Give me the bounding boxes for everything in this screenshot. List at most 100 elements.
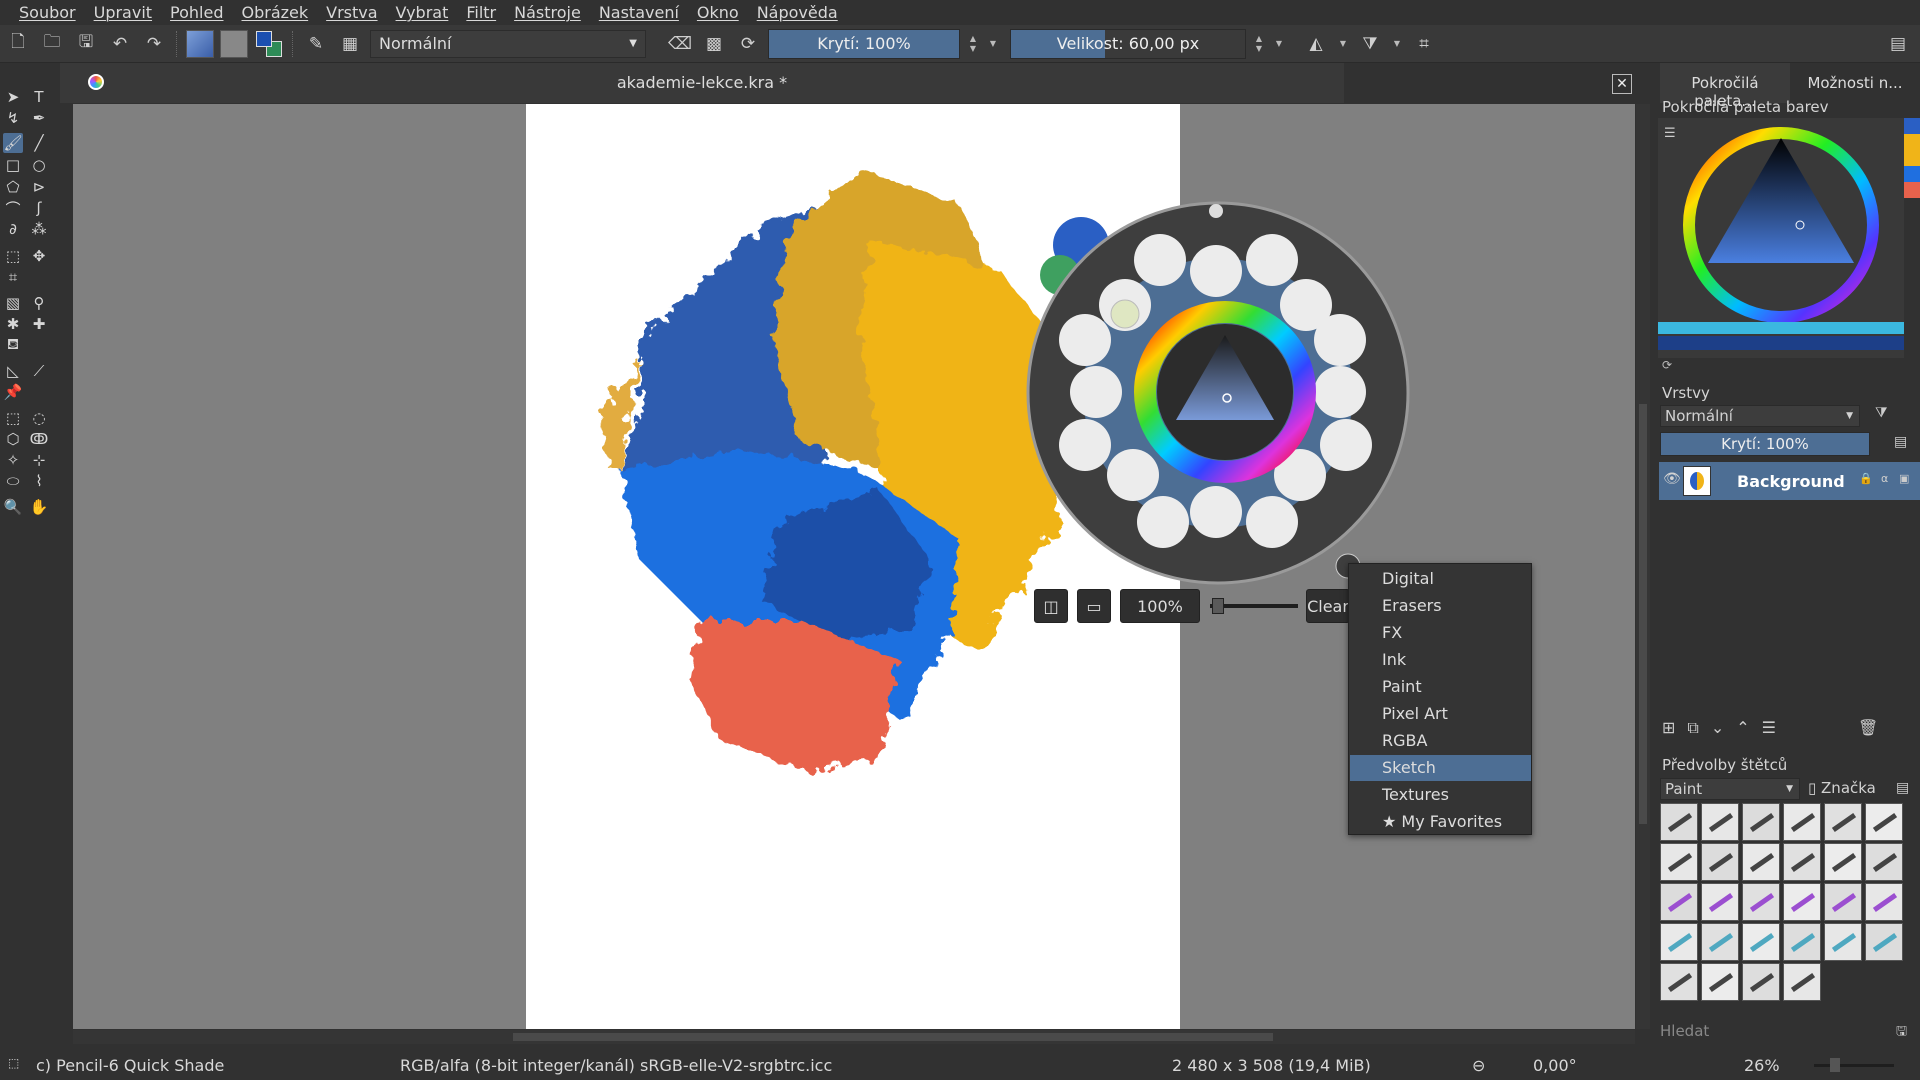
layer-filter-icon[interactable]: ⧩: [1875, 405, 1888, 421]
menu-tag-erasers[interactable]: Erasers: [1350, 593, 1531, 619]
brush-preset-thumbnail[interactable]: [1824, 883, 1862, 921]
status-colorspace[interactable]: RGB/alfa (8-bit integer/kanál) sRGB-elle…: [400, 1056, 832, 1075]
layer-opacity-slider[interactable]: Krytí: 100%: [1660, 432, 1870, 456]
color-dock-menu-icon[interactable]: ☰: [1664, 126, 1676, 141]
menu-tag-pixel-art[interactable]: Pixel Art: [1350, 701, 1531, 727]
menu-tag-digital[interactable]: Digital: [1350, 566, 1531, 592]
brush-preset-thumbnail[interactable]: [1783, 963, 1821, 1001]
duplicate-layer-icon[interactable]: ⧉: [1687, 718, 1698, 740]
brush-preset-stroke: [1872, 852, 1898, 873]
zoom-slider[interactable]: [1814, 1064, 1894, 1067]
brush-preset-thumbnail[interactable]: [1783, 883, 1821, 921]
preset-tag-filter-label: Značka: [1821, 779, 1876, 797]
recent-color-4[interactable]: [1904, 182, 1920, 198]
layer-options-icon[interactable]: ▤: [1894, 434, 1907, 450]
preset-save-icon[interactable]: 🖫: [1896, 1022, 1907, 1044]
delete-layer-icon[interactable]: 🗑: [1858, 718, 1878, 740]
brush-preset-thumbnail[interactable]: [1742, 923, 1780, 961]
brush-preset-thumbnail[interactable]: [1701, 883, 1739, 921]
recent-color-3[interactable]: [1904, 166, 1920, 182]
preset-search-placeholder: Hledat: [1660, 1022, 1710, 1040]
horizontal-scrollbar[interactable]: [73, 1030, 1635, 1044]
horizontal-scrollbar-thumb[interactable]: [513, 1033, 1273, 1041]
brush-preset-thumbnail[interactable]: [1701, 843, 1739, 881]
preset-tag-select[interactable]: Paint ▼: [1660, 778, 1800, 800]
layer-blend-mode-select[interactable]: Normální ▼: [1660, 405, 1860, 427]
menu-tag-ink[interactable]: Ink: [1350, 647, 1531, 673]
add-layer-icon[interactable]: ⊞: [1662, 718, 1675, 740]
brush-preset-thumbnail[interactable]: [1742, 803, 1780, 841]
brush-preset-thumbnail[interactable]: [1742, 963, 1780, 1001]
brush-preset-stroke: [1749, 812, 1775, 833]
popup-zoom-button[interactable]: 100%: [1120, 589, 1200, 623]
brush-preset-thumbnail[interactable]: [1742, 883, 1780, 921]
popup-zoom-slider-handle[interactable]: [1212, 598, 1224, 614]
menu-tag-fx[interactable]: FX: [1350, 620, 1531, 646]
recent-color-2[interactable]: [1904, 134, 1920, 166]
brush-preset-thumbnail[interactable]: [1701, 963, 1739, 1001]
brush-preset-thumbnail[interactable]: [1660, 963, 1698, 1001]
brush-preset-thumbnail[interactable]: [1701, 803, 1739, 841]
presets-dock-title: Předvolby štětců: [1662, 756, 1788, 774]
rotation-reset-icon[interactable]: ⊖: [1472, 1056, 1485, 1075]
popup-clear-button[interactable]: Clear: [1306, 589, 1350, 623]
layer-properties-icon[interactable]: ☰: [1762, 718, 1776, 740]
recent-color-1[interactable]: [1904, 118, 1920, 134]
brush-preset-thumbnail[interactable]: [1824, 843, 1862, 881]
brush-preset-thumbnail[interactable]: [1660, 883, 1698, 921]
popup-color-selector[interactable]: [1134, 301, 1316, 483]
brush-preset-thumbnail[interactable]: [1865, 803, 1903, 841]
refresh-icon[interactable]: ⟳: [1662, 358, 1672, 372]
layer-blend-mode-value: Normální: [1665, 407, 1733, 425]
brush-preset-thumbnail[interactable]: [1742, 843, 1780, 881]
layer-opacity-label: Krytí: 100%: [1721, 435, 1809, 453]
menu-tag-textures[interactable]: Textures: [1350, 782, 1531, 808]
popup-canvas-only-icon[interactable]: ▭: [1077, 589, 1111, 623]
brush-preset-thumbnail[interactable]: [1865, 923, 1903, 961]
brush-preset-thumbnail[interactable]: [1660, 843, 1698, 881]
preset-view-options-icon[interactable]: ▤: [1896, 780, 1909, 796]
status-brush-name: c) Pencil-6 Quick Shade: [36, 1056, 225, 1075]
menu-tag-my-favorites[interactable]: ★ My Favorites: [1350, 809, 1531, 835]
brush-preset-thumbnail[interactable]: [1824, 923, 1862, 961]
popup-rotate-handle[interactable]: [1209, 204, 1223, 218]
tab-tool-options[interactable]: Možnosti n...: [1790, 63, 1920, 103]
selection-mode-icon[interactable]: ⬚: [8, 1056, 19, 1070]
brush-preset-stroke: [1708, 972, 1734, 993]
vertical-scrollbar[interactable]: [1636, 104, 1650, 1029]
brush-preset-stroke: [1790, 852, 1816, 873]
brush-preset-thumbnail[interactable]: [1865, 883, 1903, 921]
move-layer-up-icon[interactable]: ⌃: [1736, 718, 1749, 740]
brush-preset-stroke: [1790, 972, 1816, 993]
popup-mirror-icon[interactable]: ◫: [1034, 589, 1068, 623]
brush-preset-stroke: [1708, 812, 1734, 833]
preset-tag-filter-button[interactable]: ▯ Značka: [1808, 778, 1888, 800]
menu-tag-rgba[interactable]: RGBA: [1350, 728, 1531, 754]
layer-visibility-icon[interactable]: 👁: [1663, 471, 1681, 487]
layer-lock-icon[interactable]: 🔒: [1859, 472, 1873, 485]
brush-preset-stroke: [1667, 852, 1693, 873]
brush-preset-thumbnail[interactable]: [1660, 803, 1698, 841]
menu-tag-sketch[interactable]: Sketch: [1350, 755, 1531, 781]
brush-preset-thumbnail[interactable]: [1660, 923, 1698, 961]
popup-palette: [1026, 201, 1410, 585]
layer-alpha-lock-icon[interactable]: α: [1881, 472, 1888, 485]
advanced-color-selector[interactable]: ☰: [1658, 118, 1904, 358]
layer-row[interactable]: 👁 Background 🔒 α ▣: [1659, 462, 1920, 500]
brush-preset-thumbnail[interactable]: [1865, 843, 1903, 881]
brush-preset-thumbnail[interactable]: [1824, 803, 1862, 841]
tab-advanced-color[interactable]: Pokročilá paleta...: [1660, 63, 1790, 110]
move-layer-down-icon[interactable]: ⌄: [1711, 718, 1724, 740]
color-dock-title: Pokročilá paleta barev: [1662, 98, 1829, 116]
layer-inherit-alpha-icon[interactable]: ▣: [1899, 472, 1909, 485]
brush-preset-thumbnail[interactable]: [1701, 923, 1739, 961]
brush-preset-thumbnail[interactable]: [1783, 803, 1821, 841]
preset-search-input[interactable]: Hledat: [1660, 1020, 1890, 1042]
vertical-scrollbar-thumb[interactable]: [1639, 404, 1647, 824]
layer-thumbnail: [1683, 466, 1711, 496]
brush-preset-thumbnail[interactable]: [1783, 843, 1821, 881]
zoom-slider-handle[interactable]: [1830, 1058, 1840, 1072]
color-wheel[interactable]: [1658, 118, 1904, 358]
brush-preset-thumbnail[interactable]: [1783, 923, 1821, 961]
menu-tag-paint[interactable]: Paint: [1350, 674, 1531, 700]
